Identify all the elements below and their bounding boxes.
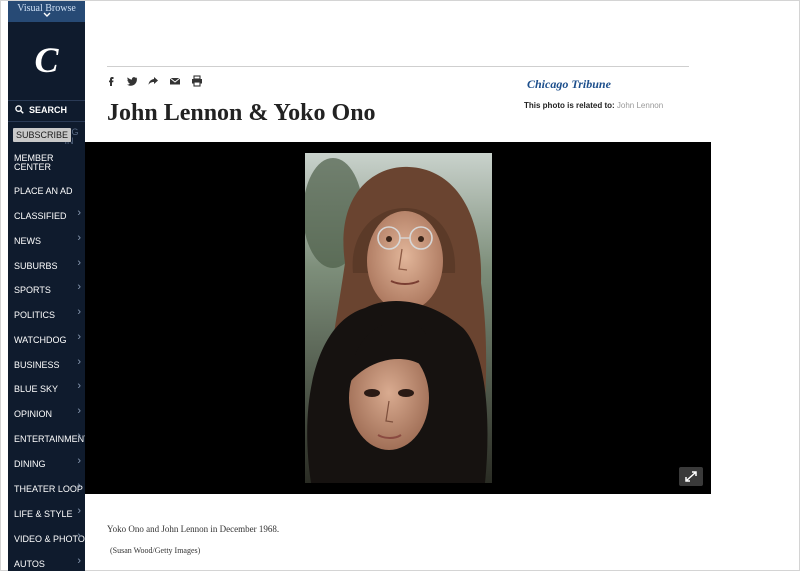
search-icon xyxy=(15,105,24,114)
search-button[interactable]: SEARCH xyxy=(8,100,85,121)
email-icon[interactable] xyxy=(169,75,181,87)
related-label: This photo is related to: xyxy=(524,101,615,110)
nav-item-label: NEWS xyxy=(14,236,41,246)
gallery-photo[interactable] xyxy=(305,153,492,483)
nav-item[interactable]: ENTERTAINMENT › xyxy=(8,427,90,451)
facebook-icon[interactable] xyxy=(105,75,117,87)
chevron-down-icon xyxy=(8,11,85,21)
nav-item-label: OPINION xyxy=(14,409,53,419)
sidebar-nav: Visual Browse C SEARCH LOG IN SUBSCRIBE … xyxy=(8,1,90,571)
nav-item[interactable]: OPINION › xyxy=(8,402,85,426)
nav-item-label: VIDEO & PHOTO xyxy=(14,534,85,544)
print-icon[interactable] xyxy=(191,75,203,87)
nav-item[interactable]: AUTOS › xyxy=(8,552,85,571)
nav-item-label: CLASSIFIED xyxy=(14,211,67,221)
chevron-right-icon: › xyxy=(77,480,81,492)
chevron-right-icon: › xyxy=(77,306,81,318)
nav-item[interactable]: PLACE AN AD xyxy=(8,179,85,203)
chevron-right-icon: › xyxy=(77,356,81,368)
expand-button[interactable] xyxy=(679,467,703,486)
search-label: SEARCH xyxy=(29,105,68,115)
page-title: John Lennon & Yoko Ono xyxy=(107,100,376,126)
nav-item[interactable]: POLITICS › xyxy=(8,303,85,327)
nav-item-label: SPORTS xyxy=(14,285,51,295)
visual-browse-toggle[interactable]: Visual Browse xyxy=(8,1,85,22)
photo-caption: Yoko Ono and John Lennon in December 196… xyxy=(107,524,280,534)
chevron-right-icon: › xyxy=(77,380,81,392)
related-link[interactable]: John Lennon xyxy=(617,101,663,110)
nav-item[interactable]: WATCHDOG › xyxy=(8,328,85,352)
logo-area: C xyxy=(8,22,85,100)
chevron-right-icon: › xyxy=(77,232,81,244)
chevron-right-icon: › xyxy=(77,555,81,567)
chevron-right-icon: › xyxy=(77,405,81,417)
nav-item[interactable]: MEMBER CENTER xyxy=(8,150,85,174)
nav-item[interactable]: SUBURBS › xyxy=(8,254,85,278)
nav-item[interactable]: LIFE & STYLE › xyxy=(8,502,85,526)
nav-item-label: MEMBER CENTER xyxy=(14,153,54,172)
nav-item-label: AUTOS xyxy=(14,559,45,569)
nav-item[interactable]: NEWS › xyxy=(8,229,85,253)
nav-item-label: THEATER LOOP xyxy=(14,484,83,494)
nav-item[interactable]: VIDEO & PHOTO › xyxy=(8,527,85,551)
chevron-right-icon: › xyxy=(77,207,81,219)
chevron-right-icon: › xyxy=(77,530,81,542)
twitter-icon[interactable] xyxy=(126,75,138,87)
chevron-right-icon: › xyxy=(77,331,81,343)
chevron-right-icon: › xyxy=(77,257,81,269)
nav-item[interactable]: DINING › xyxy=(8,452,85,476)
nav-item[interactable]: THEATER LOOP › xyxy=(8,477,85,501)
header-rule xyxy=(107,66,689,67)
nav-item-label: WATCHDOG xyxy=(14,335,67,345)
nav-item[interactable]: SPORTS › xyxy=(8,278,85,302)
tribune-logo[interactable]: C xyxy=(8,40,85,80)
photo-stage xyxy=(85,142,711,494)
chicago-tribune-logo[interactable]: Chicago Tribune xyxy=(527,77,611,92)
nav-item-label: PLACE AN AD xyxy=(14,186,73,196)
chevron-right-icon: › xyxy=(77,281,81,293)
chevron-right-icon: › xyxy=(77,505,81,517)
related-info: This photo is related to: John Lennon xyxy=(524,101,663,110)
nav-item[interactable]: BUSINESS › xyxy=(8,353,85,377)
nav-item-label: BUSINESS xyxy=(14,360,60,370)
share-icon[interactable] xyxy=(147,75,159,87)
nav-item-label: LIFE & STYLE xyxy=(14,509,73,519)
chevron-right-icon: › xyxy=(77,455,81,467)
divider xyxy=(8,121,85,122)
nav-item-label: BLUE SKY xyxy=(14,384,59,394)
nav-item-label: POLITICS xyxy=(14,310,56,320)
photo-credit: (Susan Wood/Getty Images) xyxy=(110,546,201,555)
nav-item[interactable]: CLASSIFIED › xyxy=(8,204,85,228)
nav-item[interactable]: BLUE SKY › xyxy=(8,377,85,401)
expand-icon xyxy=(685,471,697,482)
subscribe-button[interactable]: SUBSCRIBE xyxy=(13,128,71,142)
nav-item-label: SUBURBS xyxy=(14,261,58,271)
chevron-right-icon: › xyxy=(77,430,81,442)
nav-item-label: DINING xyxy=(14,459,46,469)
